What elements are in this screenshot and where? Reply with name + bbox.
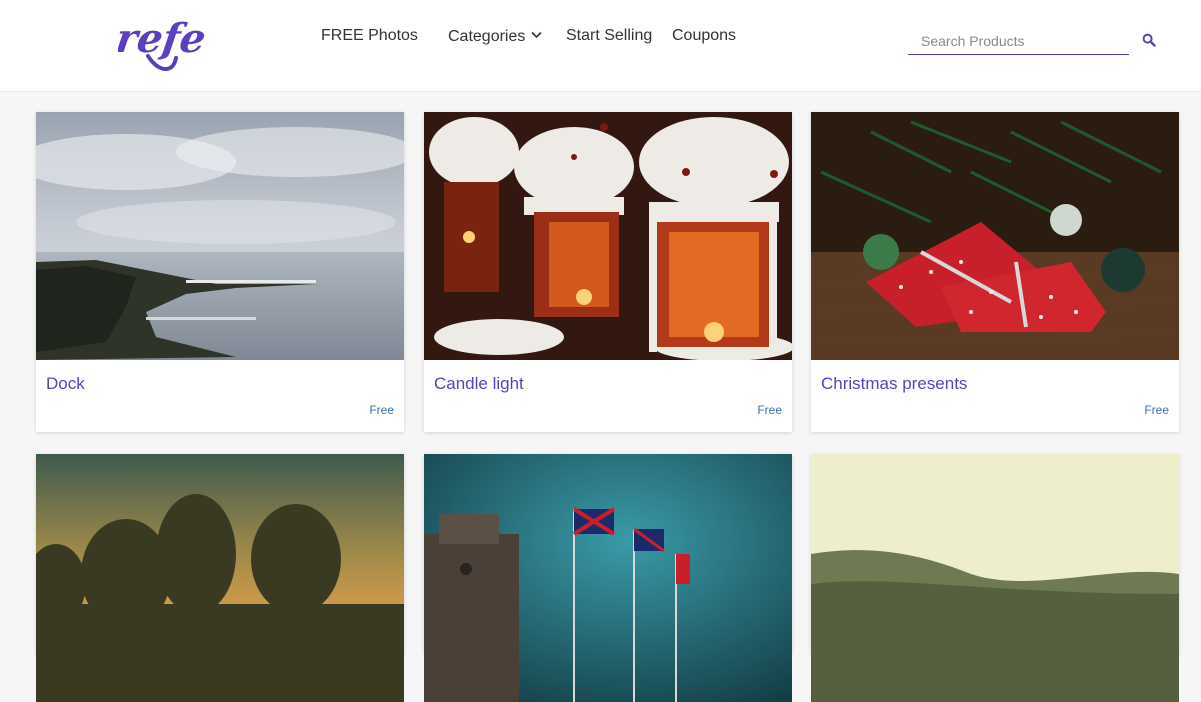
product-card[interactable] [36,454,404,702]
product-card[interactable] [811,454,1179,702]
product-title[interactable]: Candle light [434,374,524,394]
product-price: Free [369,403,394,417]
product-image[interactable] [36,454,404,702]
site-header: refe FREE Photos Categories Start Sellin… [0,0,1201,92]
chevron-down-icon [531,31,542,39]
nav-start-selling[interactable]: Start Selling [566,27,652,45]
product-price: Free [757,403,782,417]
product-image-christmas-presents[interactable] [811,112,1179,360]
product-image-dock[interactable] [36,112,404,360]
product-title[interactable]: Dock [46,374,85,394]
product-image[interactable] [424,454,792,702]
nav-categories[interactable]: Categories [448,28,542,46]
nav-free-photos[interactable]: FREE Photos [321,27,418,45]
product-card[interactable]: Candle light Free [424,112,792,432]
product-card[interactable]: Christmas presents Free [811,112,1179,432]
search-icon[interactable] [1142,33,1156,47]
product-image[interactable] [811,454,1179,702]
nav-coupons[interactable]: Coupons [672,27,736,45]
refe-logo[interactable]: refe [118,12,218,74]
search-input[interactable] [919,31,1123,51]
product-card[interactable]: Dock Free [36,112,404,432]
product-image-candle-light[interactable] [424,112,792,360]
product-price: Free [1144,403,1169,417]
search-bar [908,28,1129,55]
product-card[interactable] [424,454,792,702]
product-title[interactable]: Christmas presents [821,374,967,394]
nav-categories-label: Categories [448,28,526,45]
svg-text:refe: refe [118,15,209,62]
